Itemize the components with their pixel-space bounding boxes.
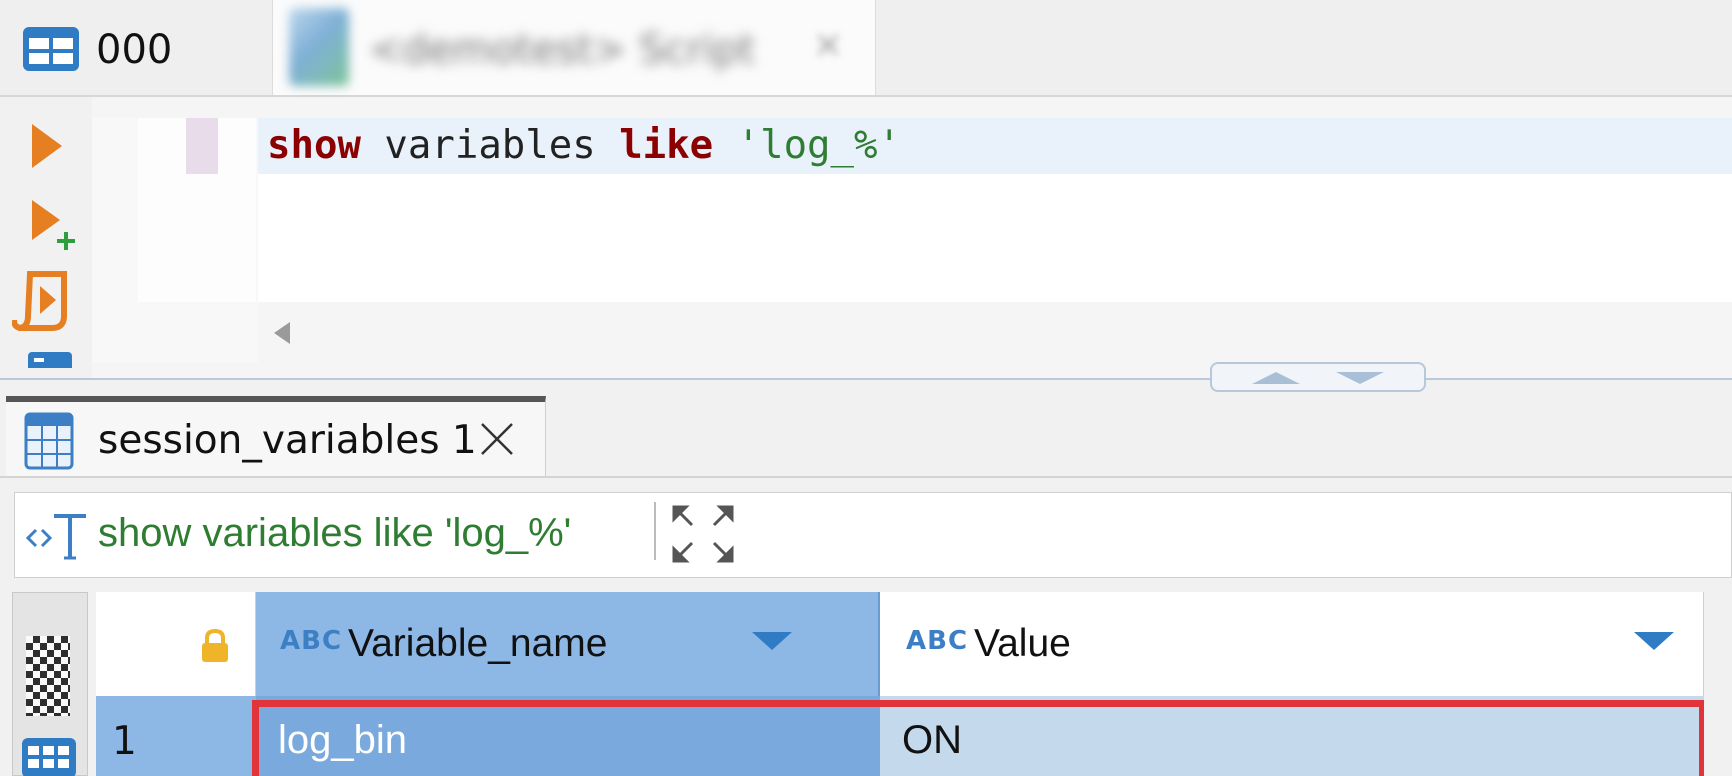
splitter-handle[interactable] <box>1210 362 1426 392</box>
close-icon[interactable]: ✕ <box>813 26 843 67</box>
execute-new-tab-icon[interactable] <box>30 198 80 256</box>
annotation-highlight-box <box>252 700 1706 776</box>
sql-string-literal: 'log_%' <box>713 123 901 168</box>
query-text: show variables like 'log_%' <box>98 511 572 555</box>
sql-keyword-show: show <box>267 123 361 168</box>
toolbar-divider <box>654 502 656 560</box>
string-type-badge: ABC <box>906 626 969 656</box>
maximize-editor-icon[interactable] <box>1250 370 1302 386</box>
scroll-left-icon[interactable] <box>272 320 292 346</box>
column-header-value[interactable]: ABC Value <box>880 592 1704 696</box>
grid-right-gutter <box>1704 592 1732 776</box>
sql-keyword-like: like <box>619 123 714 168</box>
string-type-badge: ABC <box>280 626 343 656</box>
table-icon <box>23 27 79 71</box>
expand-icon[interactable] <box>672 505 734 563</box>
script-icon <box>289 8 349 86</box>
execute-statement-icon[interactable] <box>30 122 64 170</box>
tab-script[interactable]: <demotest> Script ✕ <box>272 0 876 95</box>
column-header-label: Variable_name <box>348 622 608 665</box>
tab-script-label: <demotest> Script <box>369 27 756 73</box>
panel-thumbnail-icon[interactable] <box>26 636 70 716</box>
column-header-variable-name[interactable]: ABC Variable_name <box>256 592 880 696</box>
tab-connection-label[interactable]: 000 <box>96 22 172 78</box>
sql-text-icon <box>26 514 86 560</box>
results-tab-label: session_variables 1 <box>98 418 477 463</box>
maximize-results-icon[interactable] <box>1334 370 1386 386</box>
chevron-down-icon[interactable] <box>1632 630 1676 652</box>
row-number-header <box>96 592 256 696</box>
sql-identifier: variables <box>360 123 620 168</box>
execute-script-icon[interactable] <box>12 270 76 332</box>
chevron-down-icon[interactable] <box>750 630 794 652</box>
grid-view-icon[interactable] <box>20 736 78 776</box>
lock-icon <box>202 628 228 662</box>
panel-splitter[interactable] <box>0 378 1732 380</box>
line-marker <box>186 118 218 174</box>
sql-statement[interactable]: show variables like 'log_%' <box>267 118 901 174</box>
close-icon[interactable] <box>478 420 516 458</box>
column-header-label: Value <box>974 622 1071 665</box>
grid-table-icon <box>24 412 74 470</box>
explain-plan-icon[interactable] <box>26 348 74 368</box>
row-number: 1 <box>112 719 137 764</box>
